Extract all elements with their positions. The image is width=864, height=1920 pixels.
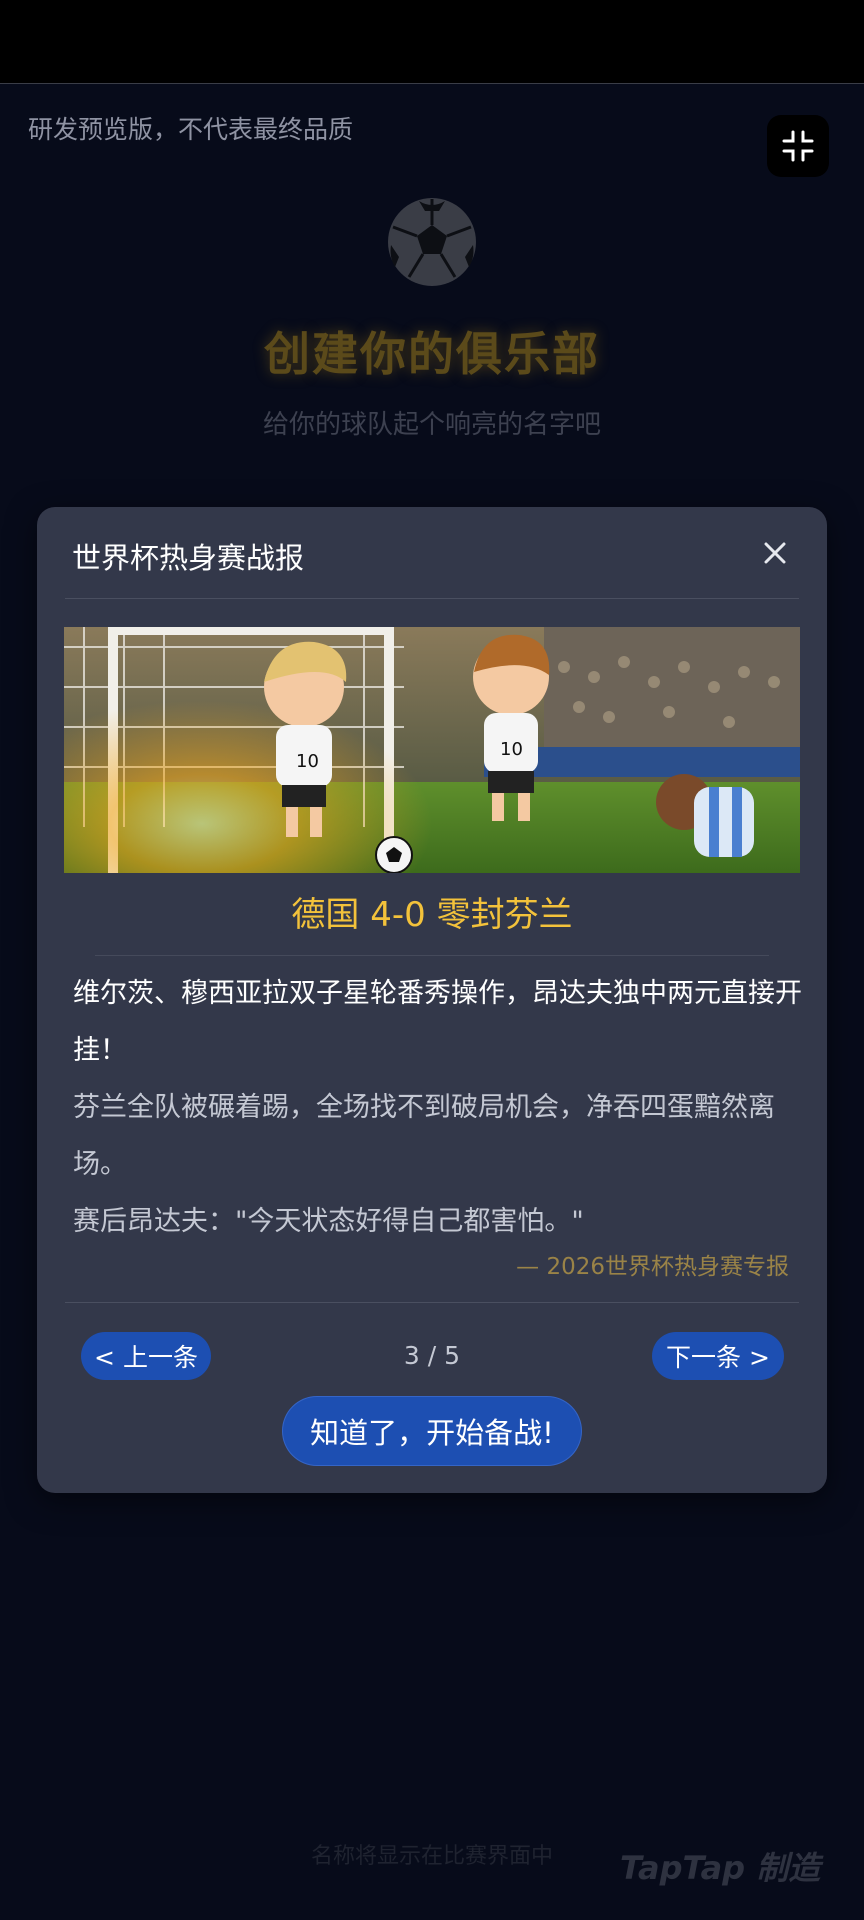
background-subtitle: 给你的球队起个响亮的名字吧: [262, 410, 601, 440]
news-report-dialog: 世界杯热身赛战报 10 10 德国 4-0 零封芬兰 维尔茨、穆西亚拉双子星轮番…: [37, 507, 827, 1493]
soccer-ball-icon: [388, 198, 476, 286]
divider: [65, 1302, 799, 1303]
player-quote: 赛后昂达夫："今天状态好得自己都害怕。": [73, 1206, 584, 1237]
svg-text:10: 10: [500, 739, 523, 760]
divider: [65, 598, 799, 599]
match-illustration: 10 10: [64, 627, 800, 873]
close-button[interactable]: [757, 535, 793, 571]
divider: [95, 955, 769, 956]
background-title: 创建你的俱乐部: [264, 327, 600, 381]
match-headline: 德国 4-0 零封芬兰: [291, 895, 573, 935]
status-bar: [0, 0, 864, 84]
taptap-watermark: TapTap 制造: [620, 1849, 821, 1887]
exit-fullscreen-icon: [782, 130, 814, 162]
close-icon: [764, 542, 786, 564]
report-source: — 2026世界杯热身赛专报: [516, 1254, 789, 1280]
report-paragraph: 芬兰全队被碾着踢，全场找不到破局机会，净吞四蛋黯然离场。: [73, 1092, 775, 1180]
report-body: 维尔茨、穆西亚拉双子星轮番秀操作，昂达夫独中两元直接开挂！ 芬兰全队被碾着踢，全…: [73, 965, 803, 1250]
report-lead: 维尔茨、穆西亚拉双子星轮番秀操作，昂达夫独中两元直接开挂！: [73, 978, 802, 1066]
svg-text:10: 10: [296, 751, 319, 772]
screen: 研发预览版，不代表最终品质 创建你的俱乐部 给你的球队起个响亮的名字吧 名称将显…: [0, 0, 864, 1920]
next-button[interactable]: 下一条 >: [652, 1332, 784, 1380]
dialog-title: 世界杯热身赛战报: [72, 541, 305, 575]
preview-note: 研发预览版，不代表最终品质: [28, 115, 354, 144]
confirm-button[interactable]: 知道了，开始备战!: [283, 1397, 581, 1465]
exit-fullscreen-button[interactable]: [767, 115, 829, 177]
